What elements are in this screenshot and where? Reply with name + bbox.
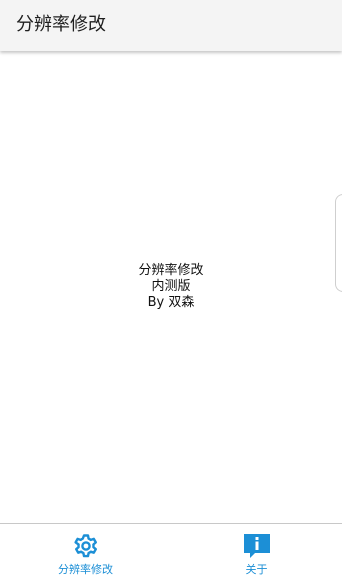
nav-item-resolution[interactable]: 分辨率修改 — [0, 524, 171, 582]
version-text: 内测版 — [151, 279, 191, 294]
nav-item-about[interactable]: 关于 — [171, 524, 342, 582]
author-text: By 双森 — [147, 295, 195, 310]
nav-label-about: 关于 — [245, 563, 268, 576]
bottom-navigation: 分辨率修改 关于 — [0, 523, 342, 582]
info-icon — [243, 533, 271, 559]
app-name-text: 分辨率修改 — [138, 263, 204, 278]
about-text-block: 分辨率修改 内测版 By 双森 — [0, 263, 342, 311]
app-bar: 分辨率修改 — [0, 0, 342, 51]
app-title: 分辨率修改 — [16, 14, 106, 35]
gear-icon — [72, 533, 100, 559]
nav-label-resolution: 分辨率修改 — [58, 563, 113, 576]
app-window: 分辨率修改 分辨率修改 内测版 By 双森 分辨率修改 关于 — [0, 0, 342, 582]
